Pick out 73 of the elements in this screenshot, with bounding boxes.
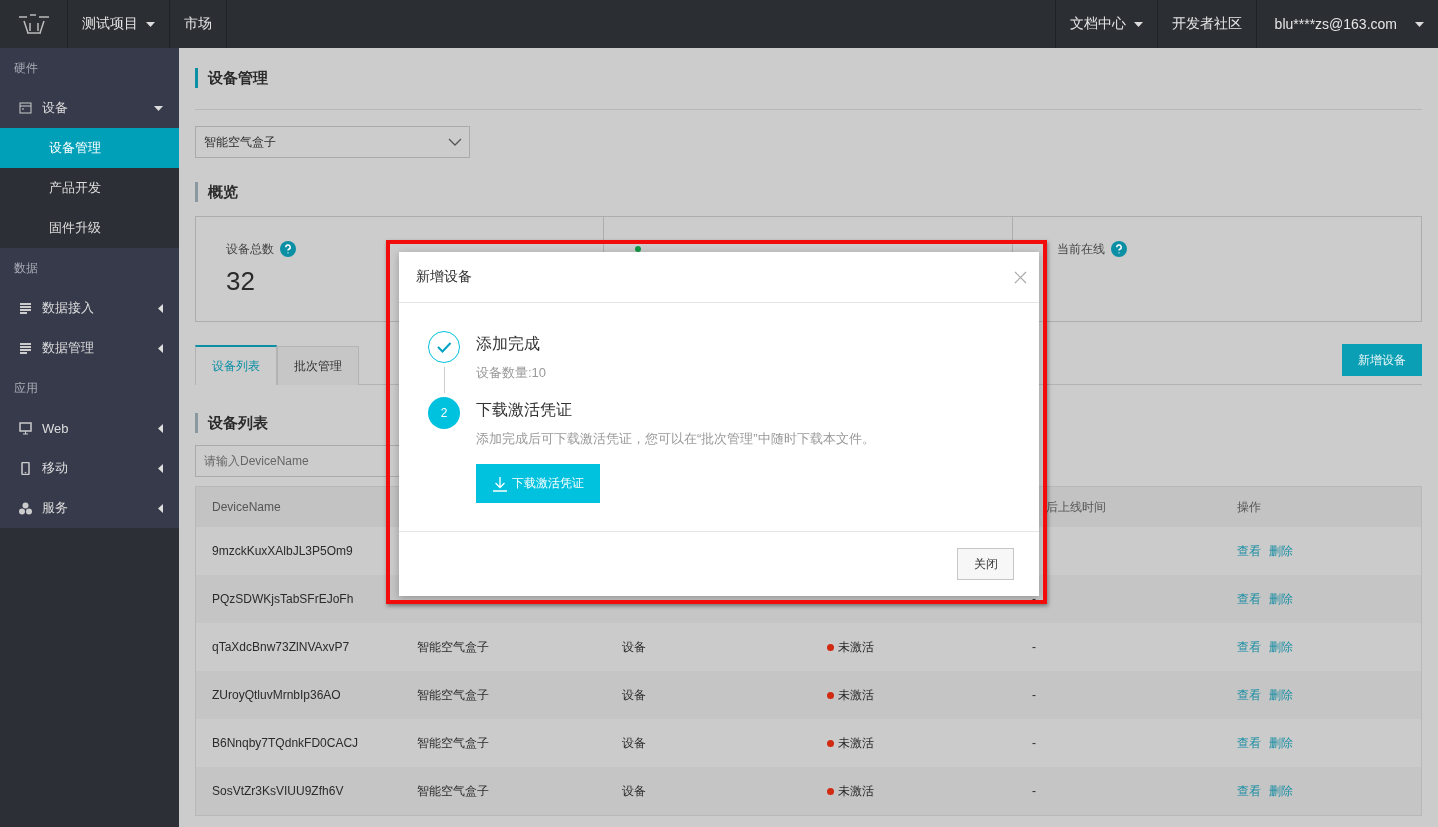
dialog-title: 新增设备 bbox=[416, 268, 472, 286]
help-icon bbox=[280, 241, 296, 257]
section-heading: 应用 bbox=[13, 379, 39, 397]
chevron-icon bbox=[448, 138, 462, 146]
help-icon bbox=[1110, 241, 1127, 257]
list-icon bbox=[19, 341, 32, 355]
table-cell-text: 设备 bbox=[622, 638, 647, 656]
sidebar-subitem[interactable]: 产品开发 bbox=[0, 168, 179, 208]
table-cell-text: - bbox=[1032, 784, 1037, 798]
nav-link[interactable]: 文档中心 bbox=[1069, 15, 1126, 33]
table-cell-text: 智能空气盒子 bbox=[417, 734, 490, 752]
circles-icon bbox=[19, 501, 32, 515]
page-title: 设备管理 bbox=[195, 68, 1422, 88]
sidebar-item[interactable]: Web bbox=[0, 408, 179, 448]
section-heading: 硬件 bbox=[13, 59, 39, 77]
download-icon bbox=[492, 475, 508, 492]
table-cell-text: - bbox=[1032, 688, 1037, 702]
caret-icon bbox=[158, 303, 163, 313]
nav-link[interactable]: 市场 bbox=[184, 15, 212, 33]
status-text: 未激活 bbox=[838, 686, 874, 704]
nav-link[interactable]: 开发者社区 bbox=[1171, 15, 1242, 33]
column-header: DeviceName bbox=[212, 500, 282, 514]
phone-icon bbox=[19, 461, 32, 475]
tab[interactable]: 批次管理 bbox=[277, 346, 359, 385]
sidebar-subitem[interactable]: 固件升级 bbox=[0, 208, 179, 248]
table-cell-text: B6Nnqby7TQdnkFD0CACJ bbox=[212, 736, 360, 750]
stat-label: 设备总数 bbox=[226, 240, 274, 258]
table-cell-text: qTaXdcBnw73ZlNVAxvP7 bbox=[212, 640, 351, 654]
list-icon bbox=[19, 301, 32, 315]
sidebar-item[interactable]: 数据接入 bbox=[0, 288, 179, 328]
table-cell-text: 智能空气盒子 bbox=[417, 782, 490, 800]
step-description: 添加完成后可下载激活凭证，您可以在“批次管理”中随时下载本文件。 bbox=[476, 430, 875, 448]
step-number: 2 bbox=[428, 397, 460, 429]
table-cell-text: PQzSDWKjsTabSFrEJoFh bbox=[212, 592, 355, 606]
stat-label: 当前在线 bbox=[1056, 240, 1105, 258]
table-cell-text: - bbox=[1032, 736, 1037, 750]
stat-value: 32 bbox=[226, 266, 255, 297]
sidebar-item[interactable]: 设备 bbox=[0, 88, 179, 128]
nav-link[interactable]: blu****zs@163.com bbox=[1274, 16, 1397, 32]
table-cell-text: 9mzckKuxXAlbJL3P5Om9 bbox=[212, 544, 354, 558]
step-description: 设备数量:10 bbox=[476, 364, 547, 382]
table-cell-text: 设备 bbox=[622, 734, 647, 752]
table-cell-text: 设备 bbox=[622, 782, 647, 800]
caret-icon bbox=[154, 105, 163, 111]
table-cell-text: SosVtZr3KsVIUU9Zfh6V bbox=[212, 784, 345, 798]
section-title: 概览 bbox=[195, 182, 1422, 202]
window-icon bbox=[19, 101, 32, 115]
nav-link[interactable]: 测试项目 bbox=[82, 15, 138, 33]
caret-icon bbox=[158, 423, 163, 433]
status-text: 未激活 bbox=[838, 734, 874, 752]
table-cell-text: ZUroyQtluvMrnbIp36AO bbox=[212, 688, 342, 702]
column-header: 后上线时间 bbox=[1045, 498, 1107, 516]
check-icon bbox=[428, 331, 460, 363]
caret-icon bbox=[158, 503, 163, 513]
step-title: 添加完成 bbox=[476, 334, 541, 354]
column-header: 操作 bbox=[1237, 498, 1262, 516]
caret-icon bbox=[158, 343, 163, 353]
monitor-icon bbox=[19, 421, 32, 435]
sidebar-item[interactable]: 移动 bbox=[0, 448, 179, 488]
sidebar-item[interactable]: 服务 bbox=[0, 488, 179, 528]
table-cell-text: 智能空气盒子 bbox=[417, 686, 490, 704]
table-cell-text: 设备 bbox=[622, 686, 647, 704]
section-heading: 数据 bbox=[13, 259, 39, 277]
table-cell-text: - bbox=[1032, 592, 1037, 606]
table-cell-text: 智能空气盒子 bbox=[417, 638, 490, 656]
close-button[interactable]: 关闭 bbox=[957, 548, 1014, 580]
close-icon[interactable] bbox=[1014, 270, 1027, 284]
table-cell-text: - bbox=[1032, 640, 1037, 654]
status-text: 未激活 bbox=[838, 638, 874, 656]
caret-icon bbox=[158, 463, 163, 473]
product-select[interactable]: 智能空气盒子 bbox=[195, 126, 470, 158]
sidebar-item[interactable]: 数据管理 bbox=[0, 328, 179, 368]
status-text: 未激活 bbox=[838, 782, 874, 800]
